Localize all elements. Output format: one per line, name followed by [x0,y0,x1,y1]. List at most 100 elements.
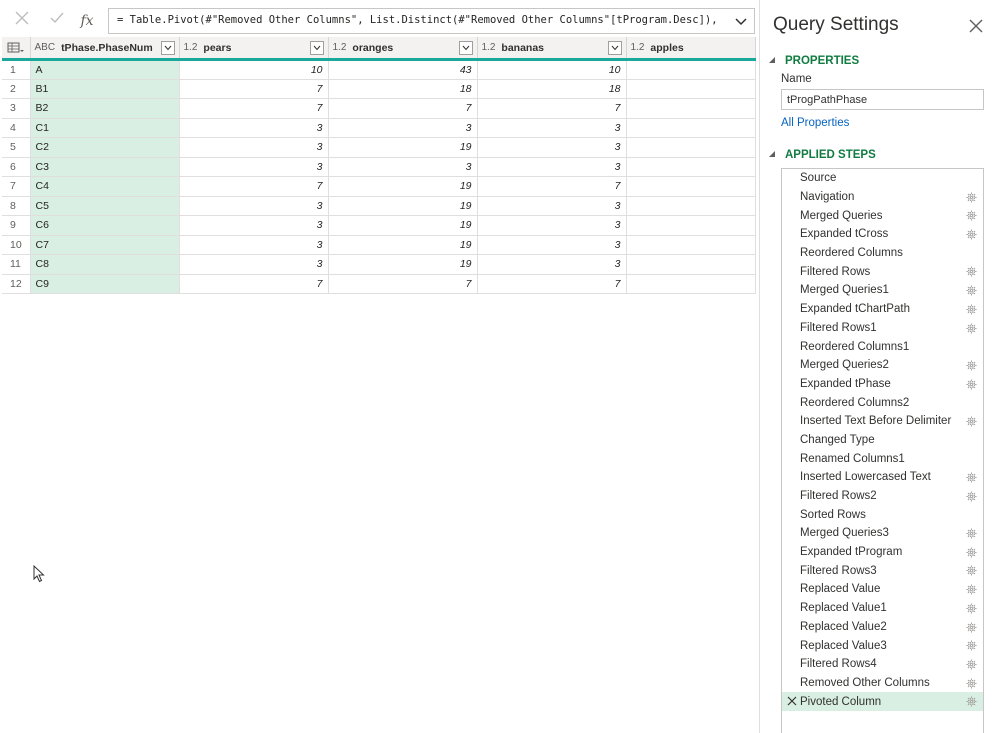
row-number[interactable]: 10 [2,235,31,255]
applied-step[interactable]: Expanded tPhase [782,375,983,394]
applied-step[interactable]: Pivoted Column [782,692,983,711]
decimal-type-icon[interactable]: 1.2 [631,42,645,53]
applied-step[interactable]: Inserted Lowercased Text [782,468,983,487]
applied-step[interactable]: Filtered Rows2 [782,487,983,506]
cancel-formula-button[interactable] [8,8,36,34]
filter-dropdown-button[interactable] [160,40,175,55]
cell-bananas[interactable]: 10 [477,59,627,80]
row-number[interactable]: 1 [2,59,31,80]
gear-icon[interactable] [966,696,977,707]
cell-apples[interactable] [626,235,756,255]
gear-icon[interactable] [966,379,977,390]
gear-icon[interactable] [966,472,977,483]
column-header-phasenum[interactable]: ABC tPhase.PhaseNum [30,37,180,61]
gear-icon[interactable] [966,678,977,689]
gear-icon[interactable] [966,192,977,203]
cell-phasenum[interactable]: C9 [30,274,180,294]
cell-oranges[interactable]: 19 [328,254,478,275]
cell-phasenum[interactable]: B2 [30,98,180,119]
decimal-type-icon[interactable]: 1.2 [482,42,496,53]
gear-icon[interactable] [966,266,977,277]
confirm-formula-button[interactable] [43,8,71,34]
row-number[interactable]: 11 [2,254,31,275]
gear-icon[interactable] [966,285,977,296]
cell-pears[interactable]: 7 [179,176,329,197]
applied-step[interactable]: Expanded tChartPath [782,300,983,319]
cell-bananas[interactable]: 3 [477,254,627,275]
query-name-input[interactable] [781,89,984,110]
row-number[interactable]: 7 [2,176,31,197]
cell-pears[interactable]: 3 [179,157,329,177]
column-header-pears[interactable]: 1.2 pears [179,37,329,61]
applied-step[interactable]: Merged Queries2 [782,356,983,375]
cell-apples[interactable] [626,137,756,158]
cell-bananas[interactable]: 7 [477,176,627,197]
gear-icon[interactable] [966,416,977,427]
applied-step[interactable]: Navigation [782,188,983,207]
cell-bananas[interactable]: 18 [477,79,627,99]
gear-icon[interactable] [966,565,977,576]
column-header-oranges[interactable]: 1.2 oranges [328,37,478,61]
applied-step[interactable]: Replaced Value1 [782,599,983,618]
gear-icon[interactable] [966,528,977,539]
applied-step[interactable]: Expanded tCross [782,225,983,244]
cell-pears[interactable]: 3 [179,215,329,236]
cell-oranges[interactable]: 19 [328,215,478,236]
chevron-down-icon[interactable] [732,12,750,30]
text-type-icon[interactable]: ABC [35,42,56,53]
row-number[interactable]: 4 [2,118,31,138]
cell-apples[interactable] [626,79,756,99]
cell-phasenum[interactable]: C6 [30,215,180,236]
cell-oranges[interactable]: 43 [328,59,478,80]
all-properties-link[interactable]: All Properties [781,117,849,129]
properties-section-header[interactable]: PROPERTIES [769,55,859,67]
applied-step[interactable]: Inserted Text Before Delimiter [782,412,983,431]
cell-bananas[interactable]: 3 [477,157,627,177]
gear-icon[interactable] [966,210,977,221]
gear-icon[interactable] [966,360,977,371]
cell-bananas[interactable]: 7 [477,274,627,294]
filter-dropdown-button[interactable] [309,40,324,55]
cell-oranges[interactable]: 7 [328,274,478,294]
cell-apples[interactable] [626,215,756,236]
cell-apples[interactable] [626,196,756,216]
applied-step[interactable]: Reordered Columns1 [782,337,983,356]
cell-phasenum[interactable]: C3 [30,157,180,177]
gear-icon[interactable] [966,491,977,502]
cell-apples[interactable] [626,176,756,197]
cell-phasenum[interactable]: C7 [30,235,180,255]
applied-step[interactable]: Reordered Columns2 [782,393,983,412]
row-number[interactable]: 9 [2,215,31,236]
filter-dropdown-button[interactable] [458,40,473,55]
applied-step[interactable]: Removed Other Columns [782,674,983,693]
cell-phasenum[interactable]: C5 [30,196,180,216]
applied-step[interactable]: Renamed Columns1 [782,449,983,468]
decimal-type-icon[interactable]: 1.2 [184,42,198,53]
applied-step[interactable]: Changed Type [782,431,983,450]
formula-input[interactable]: = Table.Pivot(#"Removed Other Columns", … [108,8,755,34]
gear-icon[interactable] [966,603,977,614]
cell-oranges[interactable]: 19 [328,196,478,216]
applied-step[interactable]: Expanded tProgram [782,543,983,562]
applied-step[interactable]: Merged Queries3 [782,524,983,543]
column-header-bananas[interactable]: 1.2 bananas [477,37,627,61]
row-number[interactable]: 8 [2,196,31,216]
row-number[interactable]: 5 [2,137,31,158]
applied-step[interactable]: Merged Queries1 [782,281,983,300]
column-header-apples[interactable]: 1.2 apples [626,37,756,61]
applied-step[interactable]: Filtered Rows3 [782,561,983,580]
row-number[interactable]: 2 [2,79,31,99]
cell-pears[interactable]: 7 [179,79,329,99]
delete-step-icon[interactable] [787,696,797,706]
cell-bananas[interactable]: 3 [477,137,627,158]
cell-bananas[interactable]: 3 [477,215,627,236]
applied-step[interactable]: Filtered Rows4 [782,655,983,674]
cell-pears[interactable]: 3 [179,254,329,275]
gear-icon[interactable] [966,547,977,558]
applied-step[interactable]: Replaced Value [782,580,983,599]
cell-oranges[interactable]: 19 [328,235,478,255]
applied-step[interactable]: Replaced Value2 [782,618,983,637]
cell-bananas[interactable]: 7 [477,98,627,119]
row-number[interactable]: 3 [2,98,31,119]
cell-pears[interactable]: 7 [179,98,329,119]
